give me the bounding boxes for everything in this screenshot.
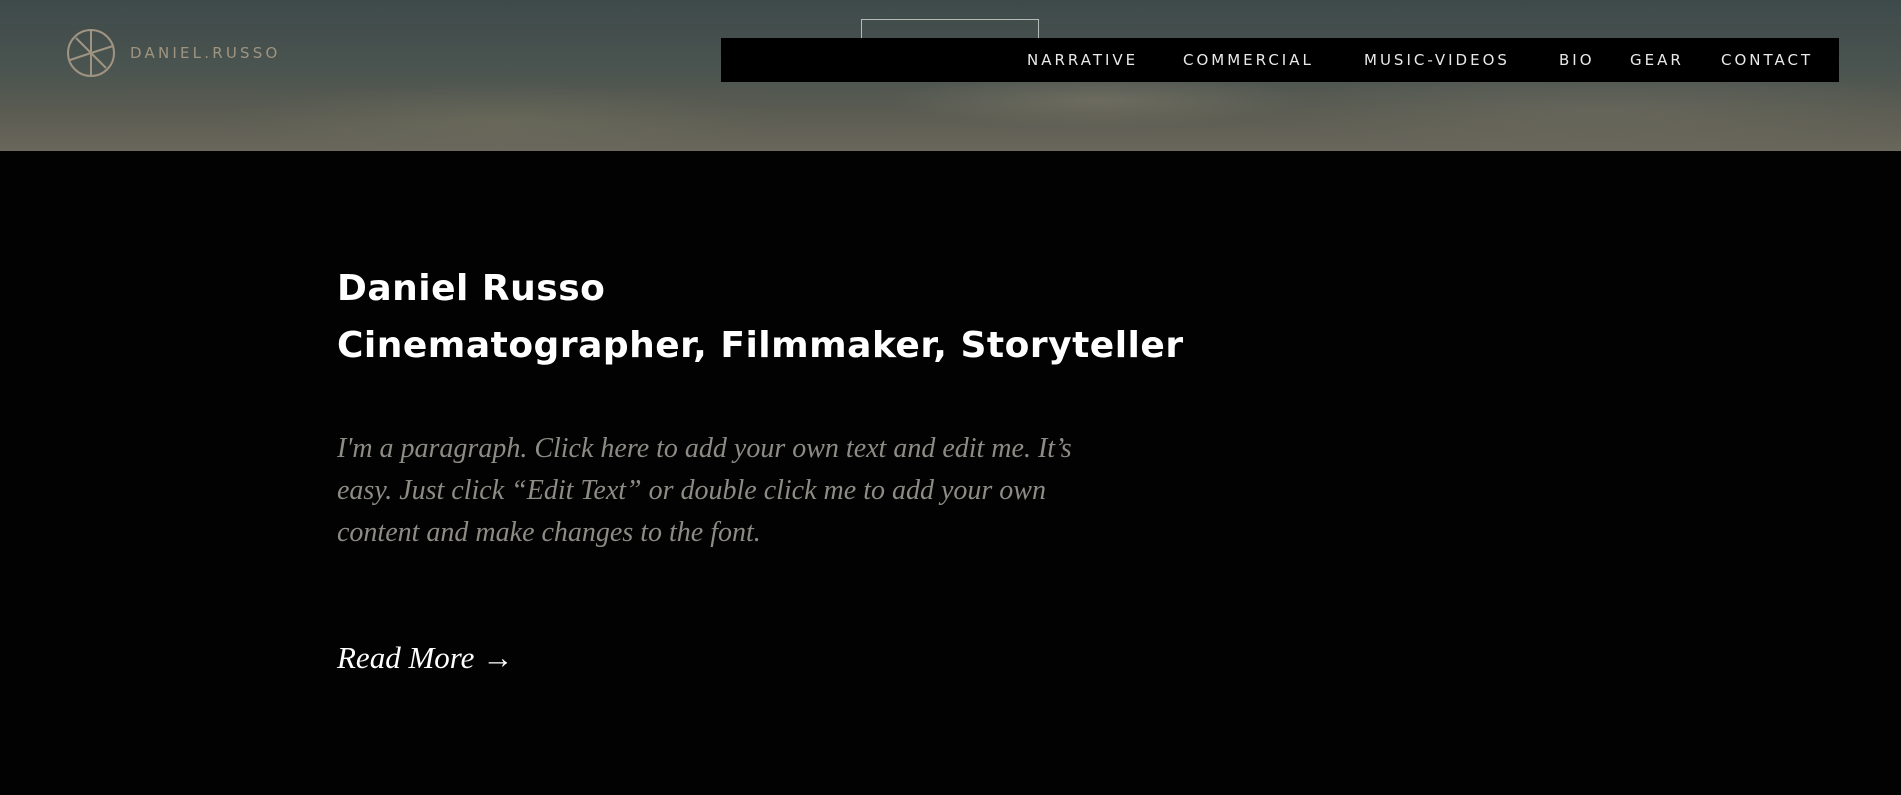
tagline: Cinematographer, Filmmaker, Storyteller [337, 325, 1184, 366]
hero-banner: DANIEL.RUSSO NARRATIVE COMMERCIAL MUSIC-… [0, 0, 1901, 151]
site-logo[interactable]: DANIEL.RUSSO [66, 28, 280, 78]
logo-text: DANIEL.RUSSO [130, 44, 281, 62]
intro-paragraph: I'm a paragraph. Click here to add your … [337, 433, 1072, 548]
nav-item-bio[interactable]: BIO [1559, 38, 1595, 82]
nav-item-contact[interactable]: CONTACT [1721, 38, 1813, 82]
main-nav: NARRATIVE COMMERCIAL MUSIC-VIDEOS BIO GE… [721, 38, 1839, 82]
nav-item-commercial[interactable]: COMMERCIAL [1183, 38, 1314, 82]
nav-item-narrative[interactable]: NARRATIVE [1027, 38, 1138, 82]
nav-item-gear[interactable]: GEAR [1630, 38, 1684, 82]
read-more-link[interactable]: Read More → [337, 640, 513, 676]
page-title: Daniel Russo [337, 268, 606, 309]
nav-item-music-videos[interactable]: MUSIC-VIDEOS [1364, 38, 1510, 82]
monogram-circle-icon [66, 28, 116, 78]
